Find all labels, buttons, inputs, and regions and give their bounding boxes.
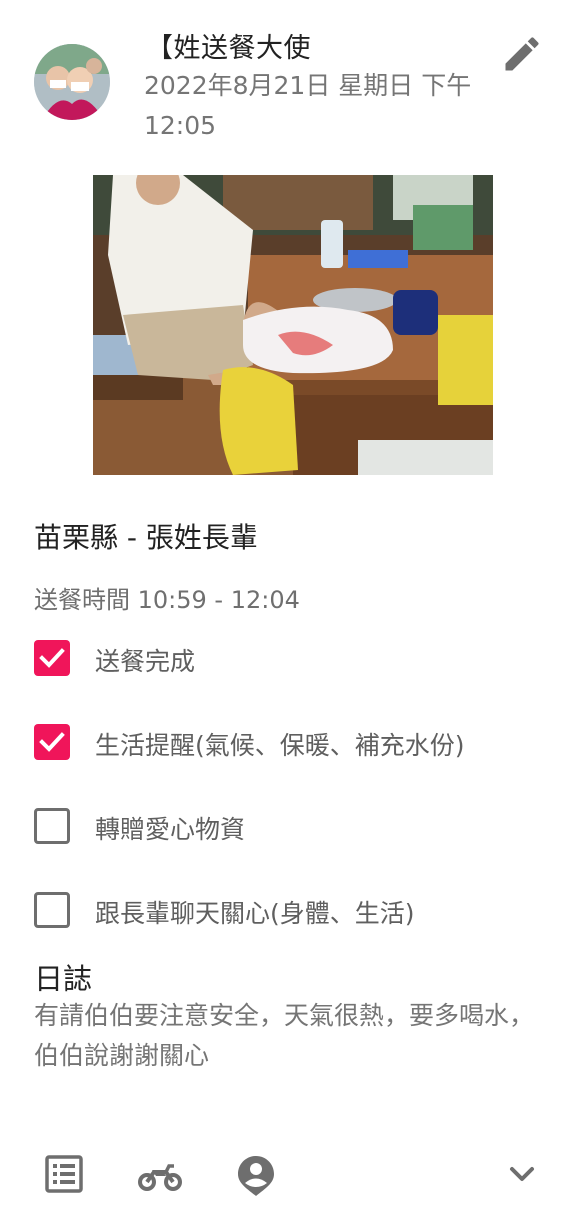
edit-button[interactable] xyxy=(500,32,544,76)
person-pin-icon xyxy=(238,1156,274,1196)
chevron-down-icon xyxy=(510,1167,534,1181)
expand-button[interactable] xyxy=(498,1150,546,1198)
task-label: 跟長輩聊天關心(身體、生活) xyxy=(95,899,415,928)
post-header: 【姓送餐大使 2022年8月21日 星期日 下午12:05 xyxy=(0,0,586,150)
delivery-photo[interactable] xyxy=(93,175,493,475)
avatar[interactable] xyxy=(34,44,110,120)
task-label: 轉贈愛心物資 xyxy=(95,815,246,844)
task-meal-delivered[interactable]: 送餐完成 xyxy=(34,638,554,678)
recipient-name: 苗栗縣 - 張姓長輩 xyxy=(34,521,258,554)
checkbox-checked[interactable] xyxy=(34,724,70,760)
person-pin-button[interactable] xyxy=(232,1150,280,1198)
task-label: 送餐完成 xyxy=(95,647,196,676)
delivery-time: 送餐時間 10:59 - 12:04 xyxy=(34,586,300,614)
log-text: 有請伯伯要注意安全，天氣很熱，要多喝水，伯伯說謝謝關心 xyxy=(34,1001,535,1070)
scooter-icon xyxy=(138,1164,182,1191)
list-icon xyxy=(45,1155,83,1193)
task-label: 生活提醒(氣候、保暖、補充水份) xyxy=(95,731,465,760)
author-name: 【姓送餐大使 xyxy=(146,33,311,64)
task-chat-with-elder[interactable]: 跟長輩聊天關心(身體、生活) xyxy=(34,890,554,930)
post-timestamp: 2022年8月21日 星期日 下午12:05 xyxy=(144,71,472,140)
pencil-icon xyxy=(505,37,539,71)
task-donate-supplies[interactable]: 轉贈愛心物資 xyxy=(34,806,554,846)
list-button[interactable] xyxy=(40,1150,88,1198)
log-title: 日誌 xyxy=(34,962,93,996)
checkbox-unchecked[interactable] xyxy=(34,808,70,844)
task-life-reminder[interactable]: 生活提醒(氣候、保暖、補充水份) xyxy=(34,722,554,762)
checkbox-unchecked[interactable] xyxy=(34,892,70,928)
checkmark-icon xyxy=(39,648,65,668)
bottom-toolbar xyxy=(0,1140,586,1210)
checkbox-checked[interactable] xyxy=(34,640,70,676)
scooter-button[interactable] xyxy=(136,1150,184,1198)
checkmark-icon xyxy=(39,732,65,752)
